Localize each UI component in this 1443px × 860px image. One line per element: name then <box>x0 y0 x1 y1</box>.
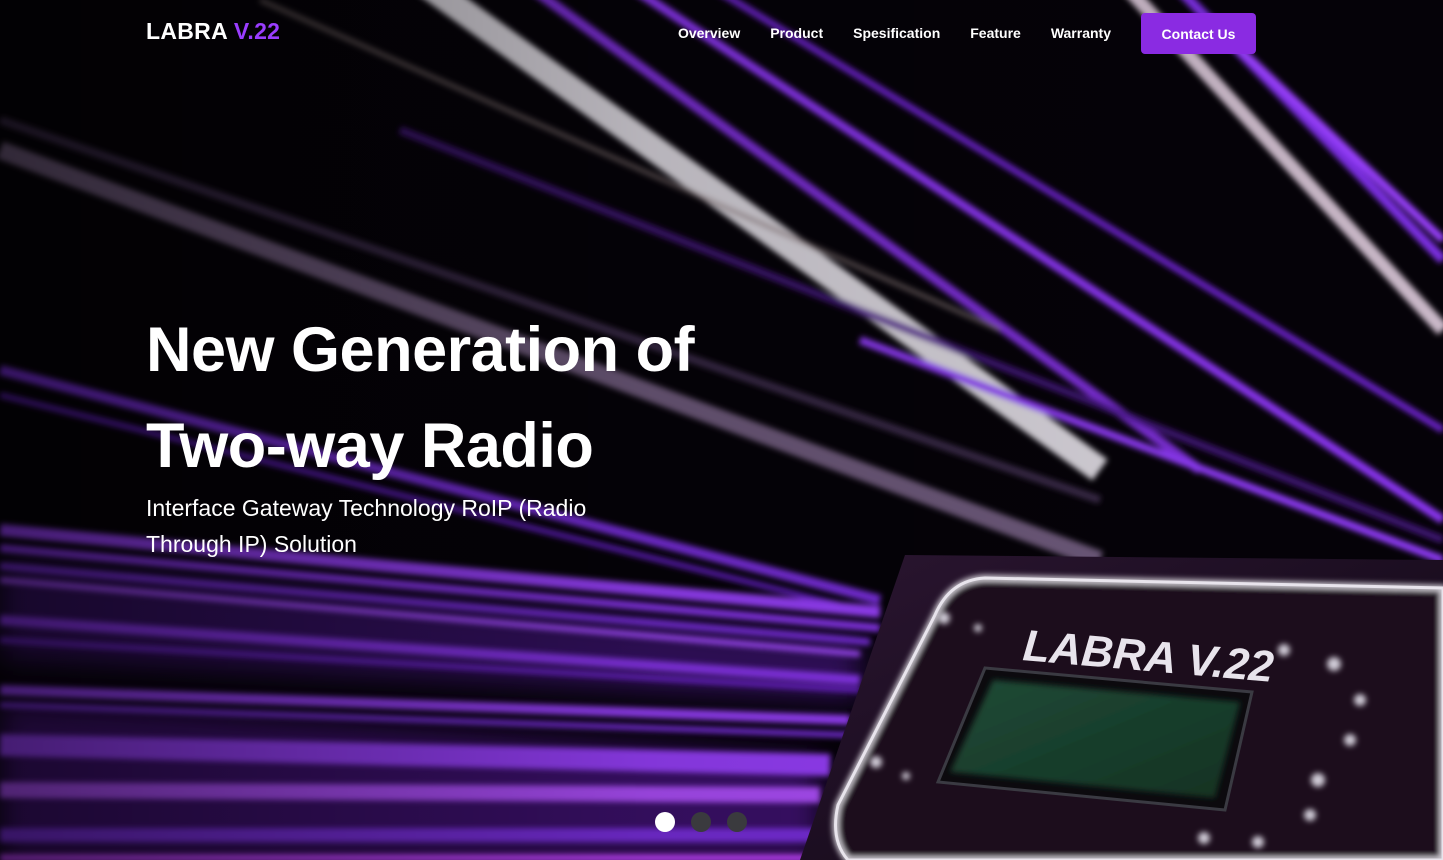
carousel-indicators <box>655 812 763 832</box>
nav-item-feature[interactable]: Feature <box>970 13 1021 54</box>
device-image: LABRA V.22 <box>800 555 1443 860</box>
nav-item-specification[interactable]: Spesification <box>853 13 940 54</box>
brand-name: LABRA <box>146 18 228 44</box>
hero-title-line-1: New Generation of <box>146 315 695 385</box>
hero-title-line-2: Two-way Radio <box>146 411 594 481</box>
nav-item-product[interactable]: Product <box>770 13 823 54</box>
navbar: LABRA V.22 Overview Product Spesificatio… <box>0 0 1443 68</box>
contact-us-button[interactable]: Contact Us <box>1141 13 1256 54</box>
nav-item-overview[interactable]: Overview <box>678 13 740 54</box>
carousel-dot-1[interactable] <box>655 812 675 832</box>
nav-item-warranty[interactable]: Warranty <box>1051 13 1111 54</box>
brand-logo[interactable]: LABRA V.22 <box>146 18 280 45</box>
brand-version: V.22 <box>233 18 281 44</box>
carousel-dot-2[interactable] <box>691 812 711 832</box>
hero-title: New Generation of Two-way Radio <box>146 302 695 494</box>
nav-menu: Overview Product Spesification Feature W… <box>678 13 1256 54</box>
carousel-dot-3[interactable] <box>727 812 747 832</box>
hero-section: LABRA V.22 LABRA V.22 Overview Product S… <box>0 0 1443 860</box>
hero-subtitle: Interface Gateway Technology RoIP (Radio… <box>146 495 587 557</box>
